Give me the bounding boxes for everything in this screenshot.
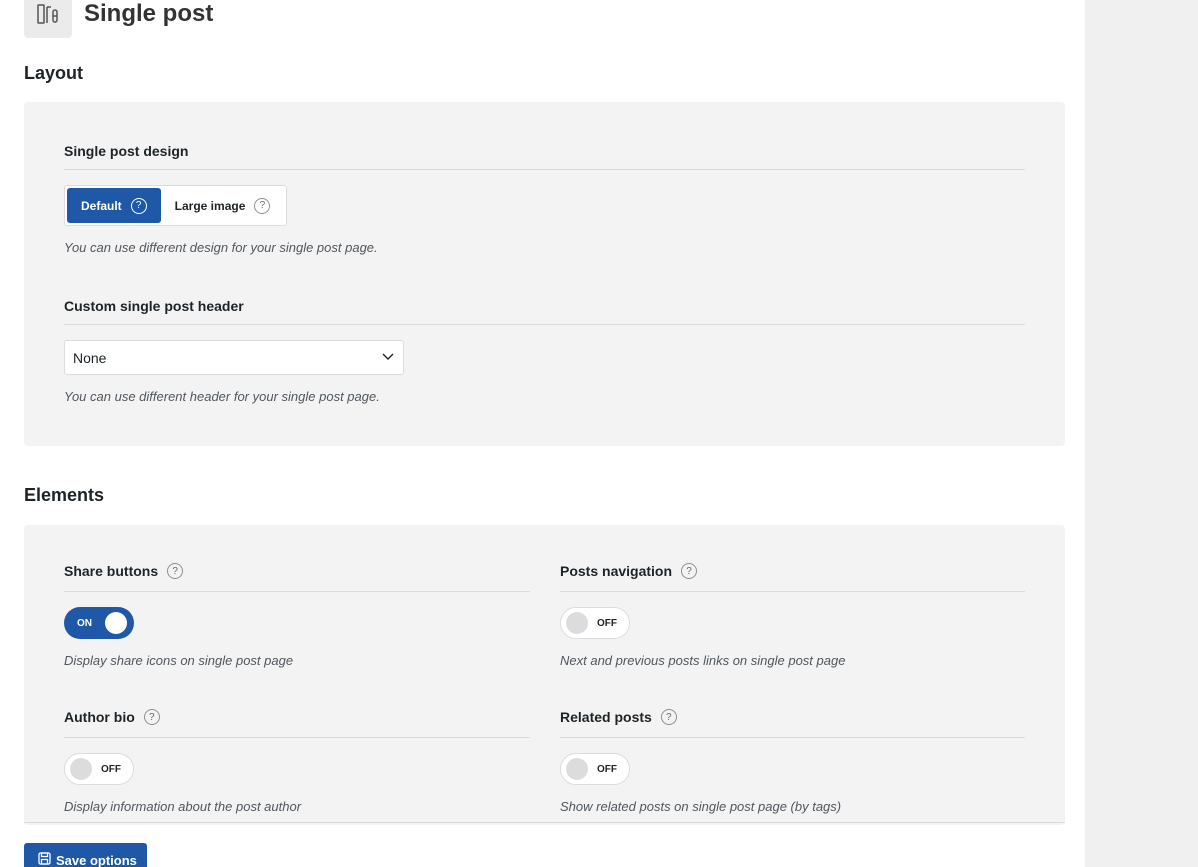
- save-options-label: Save options: [56, 852, 137, 867]
- right-sidebar: [1085, 0, 1198, 867]
- author-bio-label: Author bio ?: [64, 709, 160, 725]
- help-icon[interactable]: ?: [143, 709, 160, 725]
- help-icon[interactable]: ?: [254, 197, 271, 214]
- layout-section-title: Layout: [24, 63, 84, 83]
- help-icon[interactable]: ?: [167, 563, 184, 579]
- share-buttons-help: Display share icons on single post page: [64, 653, 294, 668]
- page-header: Single post: [24, 0, 213, 38]
- single-post-design-label: Single post design: [64, 143, 189, 159]
- toggle-state: ON: [77, 617, 92, 629]
- single-post-design-help: You can use different design for your si…: [64, 240, 378, 255]
- divider: [560, 591, 1025, 592]
- design-option-default[interactable]: Default ?: [67, 188, 161, 223]
- toggle-knob: [566, 758, 588, 780]
- help-icon[interactable]: ?: [681, 563, 698, 579]
- page-title: Single post: [84, 0, 214, 27]
- posts-navigation-toggle[interactable]: OFF: [560, 607, 630, 639]
- design-option-large-image[interactable]: Large image ?: [161, 188, 285, 223]
- elements-panel: Share buttons ? ON Display share icons o…: [24, 525, 1065, 825]
- footer-divider: [24, 822, 1065, 823]
- divider: [64, 324, 1025, 325]
- save-icon: [38, 852, 56, 867]
- share-buttons-label: Share buttons ?: [64, 563, 184, 579]
- single-post-layout-icon: [24, 0, 72, 38]
- custom-header-help: You can use different header for your si…: [64, 389, 380, 404]
- toggle-knob: [566, 612, 588, 634]
- posts-navigation-help: Next and previous posts links on single …: [560, 653, 846, 668]
- chevron-down-icon: [381, 349, 395, 366]
- single-post-design-segmented: Default ? Large image ?: [64, 185, 288, 226]
- related-posts-label: Related posts ?: [560, 709, 677, 725]
- toggle-knob: [70, 758, 92, 780]
- divider: [64, 591, 530, 592]
- toggle-state: OFF: [597, 763, 617, 775]
- help-icon[interactable]: ?: [660, 709, 677, 725]
- toggle-knob: [105, 612, 127, 634]
- layout-panel: Single post design Default ? Large image…: [24, 102, 1065, 446]
- custom-header-select-value: None: [73, 349, 107, 366]
- save-options-button[interactable]: Save options: [24, 843, 147, 867]
- divider: [64, 737, 530, 738]
- help-icon[interactable]: ?: [130, 197, 147, 214]
- posts-navigation-label: Posts navigation ?: [560, 563, 698, 579]
- author-bio-toggle[interactable]: OFF: [64, 753, 134, 785]
- related-posts-toggle[interactable]: OFF: [560, 753, 630, 785]
- toggle-state: OFF: [101, 763, 121, 775]
- divider: [560, 737, 1025, 738]
- settings-main: Single post Layout Single post design De…: [0, 0, 1085, 867]
- custom-header-label: Custom single post header: [64, 298, 244, 314]
- related-posts-help: Show related posts on single post page (…: [560, 799, 842, 814]
- toggle-state: OFF: [597, 617, 617, 629]
- divider: [64, 169, 1025, 170]
- author-bio-help: Display information about the post autho…: [64, 799, 302, 814]
- elements-section-title: Elements: [24, 485, 105, 505]
- share-buttons-toggle[interactable]: ON: [64, 607, 134, 639]
- custom-header-select[interactable]: None: [64, 340, 404, 375]
